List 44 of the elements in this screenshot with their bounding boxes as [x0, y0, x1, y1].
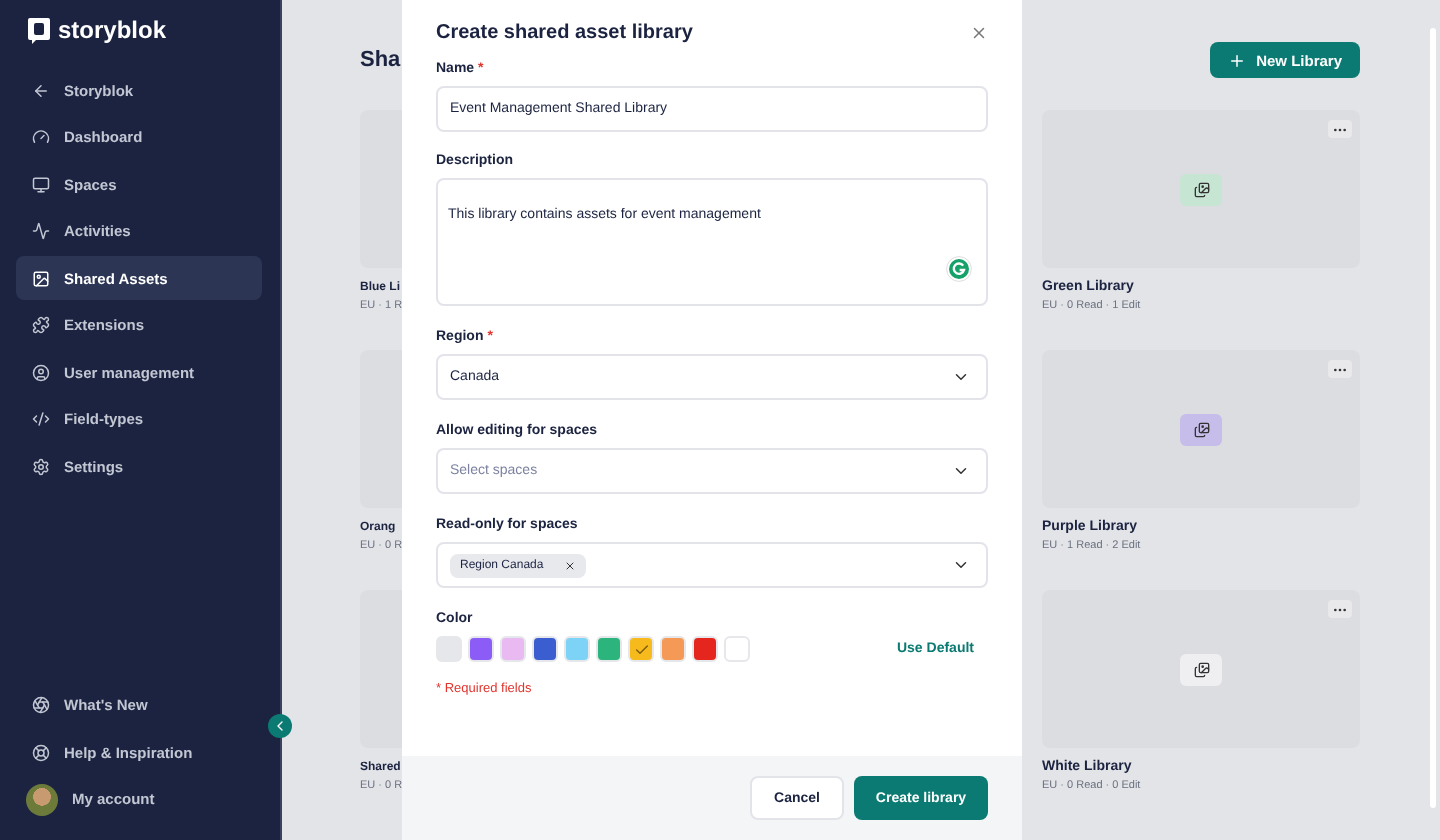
- chevron-left-icon: [272, 718, 288, 734]
- images-icon: [1193, 661, 1209, 677]
- dialog-title: Create shared asset library: [436, 22, 693, 44]
- code-icon: [32, 410, 50, 428]
- avatar: [26, 783, 58, 815]
- check-icon: [633, 641, 649, 657]
- logo-icon: [28, 17, 50, 43]
- puzzle-icon: [32, 316, 50, 334]
- color-swatch[interactable]: [692, 636, 718, 662]
- pulse-icon: [32, 222, 50, 240]
- close-icon: [970, 24, 988, 42]
- color-swatch[interactable]: [596, 636, 622, 662]
- grammar-icon: [946, 256, 972, 282]
- images-icon: [1193, 421, 1209, 437]
- chevron-down-icon: [952, 462, 970, 480]
- chevron-down-icon: [952, 556, 970, 574]
- more-button[interactable]: [1328, 120, 1352, 138]
- color-swatch[interactable]: [564, 636, 590, 662]
- image-icon: [32, 269, 50, 287]
- gauge-icon: [32, 128, 50, 146]
- more-button[interactable]: [1328, 360, 1352, 378]
- aperture-icon: [32, 696, 50, 714]
- page-title: Sha: [360, 48, 401, 72]
- color-swatch[interactable]: [468, 636, 494, 662]
- close-icon: [563, 559, 576, 571]
- images-icon: [1193, 181, 1209, 197]
- settings-icon: [32, 457, 50, 475]
- remove-button[interactable]: [563, 559, 576, 571]
- monitor-icon: [32, 175, 50, 193]
- color-swatch[interactable]: [532, 636, 558, 662]
- arrow-left-icon: [32, 81, 50, 99]
- color-swatch[interactable]: [500, 636, 526, 662]
- collapse-button[interactable]: [268, 714, 292, 738]
- color-swatch[interactable]: [660, 636, 686, 662]
- plus-icon: [1228, 51, 1247, 69]
- color-swatch[interactable]: [628, 636, 654, 662]
- color-swatch[interactable]: [724, 636, 750, 662]
- close-button[interactable]: [970, 24, 988, 42]
- chevron-down-icon: [952, 368, 970, 386]
- user-icon: [32, 363, 50, 381]
- brand-name: storyblok: [58, 16, 167, 44]
- more-button[interactable]: [1328, 600, 1352, 618]
- color-swatch[interactable]: [436, 636, 462, 662]
- lifebuoy-icon: [32, 743, 50, 761]
